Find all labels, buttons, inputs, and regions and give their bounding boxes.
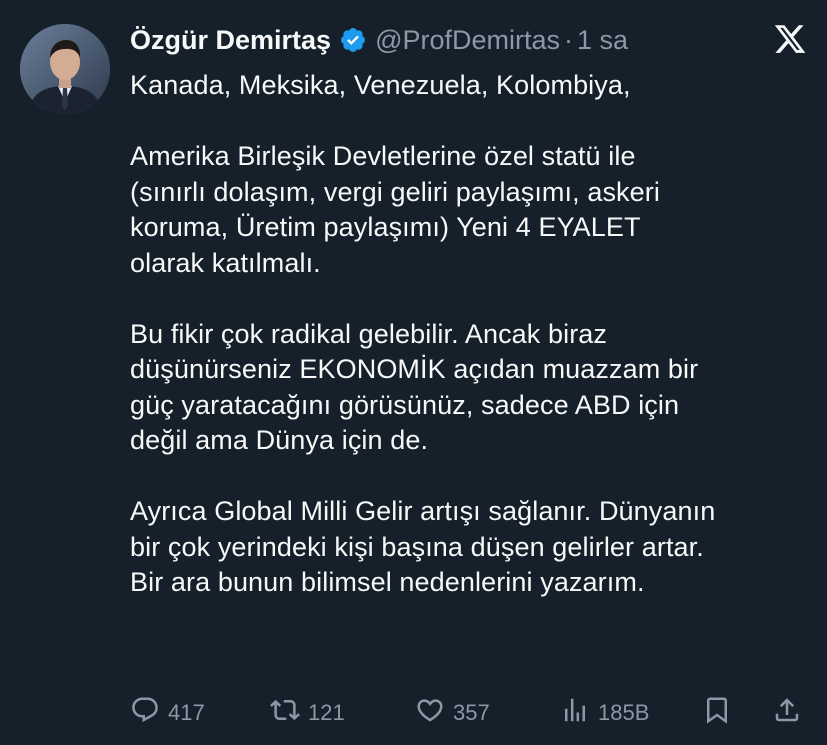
tweet-paragraph: Bu fikir çok radikal gelebilir. Ancak bi… [130, 317, 820, 459]
share-button[interactable] [772, 696, 802, 730]
reply-button[interactable]: 417 [130, 696, 205, 730]
tweet-header: Özgür Demirtaş @ProfDemirtas · 1 sa [130, 22, 628, 58]
tweet-text: Kanada, Meksika, Venezuela, Kolombiya, A… [130, 68, 820, 601]
tweet-actions: 417 121 357 185B [130, 696, 810, 730]
tweet-paragraph: Amerika Birleşik Devletlerine özel statü… [130, 139, 820, 281]
author-display-name[interactable]: Özgür Demirtaş [130, 25, 331, 56]
tweet-card: Özgür Demirtaş @ProfDemirtas · 1 sa Kana… [0, 0, 827, 745]
views-count: 185B [598, 700, 650, 725]
reply-count: 417 [168, 700, 205, 725]
tweet-line: Ayrıca Global Milli Gelir artışı sağlanı… [130, 496, 716, 526]
heart-icon [415, 695, 445, 731]
tweet-line: güç yaratacağını görüsünüz, sadece ABD i… [130, 389, 680, 420]
tweet-line: Bu fikir çok radikal gelebilir. Ancak bi… [130, 318, 608, 349]
reply-icon [130, 695, 160, 731]
author-handle[interactable]: @ProfDemirtas [375, 25, 560, 56]
tweet-paragraph: Kanada, Meksika, Venezuela, Kolombiya, [130, 68, 820, 104]
tweet-paragraph: Ayrıca Global Milli Gelir artışı sağlanı… [130, 494, 820, 601]
tweet-line: bir çok yerindeki kişi başına düşen geli… [130, 531, 704, 562]
verified-badge-icon [339, 26, 367, 54]
like-count: 357 [453, 700, 490, 725]
retweet-count: 121 [308, 700, 345, 725]
tweet-line: Bir ara bunun bilimsel nedenlerini yazar… [130, 567, 645, 597]
tweet-line: değil ama Dünya için de. [130, 425, 429, 455]
avatar[interactable] [20, 24, 110, 114]
tweet-line: düşünürseniz EKONOMİK açıdan muazzam bir [130, 354, 699, 384]
tweet-timestamp[interactable]: 1 sa [577, 25, 628, 56]
retweet-button[interactable]: 121 [270, 696, 345, 730]
retweet-icon [270, 695, 300, 731]
tweet-line: Amerika Birleşik Devletlerine özel statü… [130, 141, 636, 171]
views-button[interactable]: 185B [560, 696, 649, 730]
bookmark-button[interactable] [702, 696, 732, 730]
views-icon [560, 695, 590, 731]
x-logo-icon[interactable] [772, 22, 808, 56]
share-icon [772, 695, 802, 731]
tweet-line: koruma, Üretim paylaşımı) Yeni 4 EYALET [130, 212, 641, 242]
tweet-line: olarak katılmalı. [130, 247, 321, 278]
separator-dot: · [564, 24, 574, 55]
like-button[interactable]: 357 [415, 696, 490, 730]
tweet-line: (sınırlı dolaşım, vergi geliri paylaşımı… [130, 176, 660, 207]
bookmark-icon [702, 695, 732, 731]
tweet-line: Kanada, Meksika, Venezuela, Kolombiya, [130, 70, 631, 100]
